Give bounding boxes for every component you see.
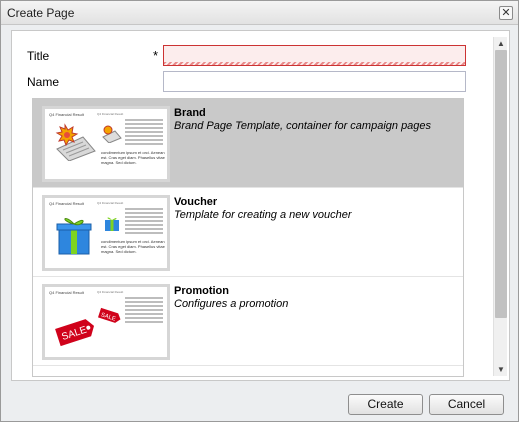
template-thumbnail: Q4 Financial Result Q4 Financial Result … — [42, 284, 170, 360]
thumbnail-text-lines — [125, 297, 163, 325]
thumbnail-text-lines — [125, 119, 163, 147]
thumbnail-heading: Q4 Financial Result — [49, 201, 84, 206]
template-item-promotion[interactable]: Q4 Financial Result Q4 Financial Result … — [33, 277, 463, 366]
template-thumbnail: Q4 Financial Result Q4 Financial Result — [42, 195, 170, 271]
thumbnail-heading: Q4 Financial Result — [49, 290, 84, 295]
sale-tag-icon: SALE — [53, 317, 97, 350]
template-description: Template for creating a new voucher — [174, 209, 352, 221]
name-label: Name — [27, 75, 60, 89]
thumbnail-text-lines — [125, 208, 163, 236]
dialog-titlebar[interactable]: Create Page ✕ — [1, 1, 518, 25]
create-button[interactable]: Create — [348, 394, 423, 415]
template-list: Q4 Financial Result Q4 Financial Result — [32, 98, 464, 377]
thumbnail-body: condimentum ipsum et orci. Aenean est. C… — [101, 150, 165, 165]
thumbnail-heading: Q4 Financial Result — [49, 112, 84, 117]
scroll-down-arrow-icon[interactable]: ▼ — [494, 363, 508, 376]
template-description: Configures a promotion — [174, 298, 289, 310]
dialog-title: Create Page — [7, 6, 75, 20]
close-icon[interactable]: ✕ — [499, 6, 513, 20]
template-item-voucher[interactable]: Q4 Financial Result Q4 Financial Result — [33, 188, 463, 277]
thumbnail-nav: Q4 Financial Result — [97, 112, 124, 116]
title-label: Title — [27, 49, 50, 63]
thumbnail-nav: Q4 Financial Result — [97, 290, 124, 294]
vertical-scrollbar[interactable]: ▲ ▼ — [493, 37, 507, 376]
title-input[interactable] — [163, 45, 466, 66]
newspaper-icon — [53, 121, 99, 164]
template-name: Voucher — [174, 196, 218, 208]
template-name: Promotion — [174, 285, 229, 297]
template-item-brand[interactable]: Q4 Financial Result Q4 Financial Result — [33, 99, 463, 188]
newspaper-small-icon — [101, 123, 123, 146]
scroll-up-arrow-icon[interactable]: ▲ — [494, 37, 508, 50]
cancel-button[interactable]: Cancel — [429, 394, 504, 415]
thumbnail-nav: Q4 Financial Result — [97, 201, 124, 205]
required-marker: * — [153, 48, 159, 63]
create-page-dialog: Create Page ✕ Title * Name Q4 Financial … — [0, 0, 519, 422]
template-description: Brand Page Template, container for campa… — [174, 120, 432, 132]
gift-box-icon — [55, 212, 95, 259]
template-thumbnail: Q4 Financial Result Q4 Financial Result — [42, 106, 170, 182]
sale-tag-small-icon: SALE — [97, 307, 123, 328]
thumbnail-body: condimentum ipsum et orci. Aenean est. C… — [101, 239, 165, 254]
scrollbar-thumb[interactable] — [495, 50, 507, 318]
template-name: Brand — [174, 107, 206, 119]
name-input[interactable] — [163, 71, 466, 92]
gift-box-small-icon — [103, 214, 121, 235]
dialog-body: Title * Name Q4 Financial Result Q4 Fina… — [11, 30, 510, 381]
